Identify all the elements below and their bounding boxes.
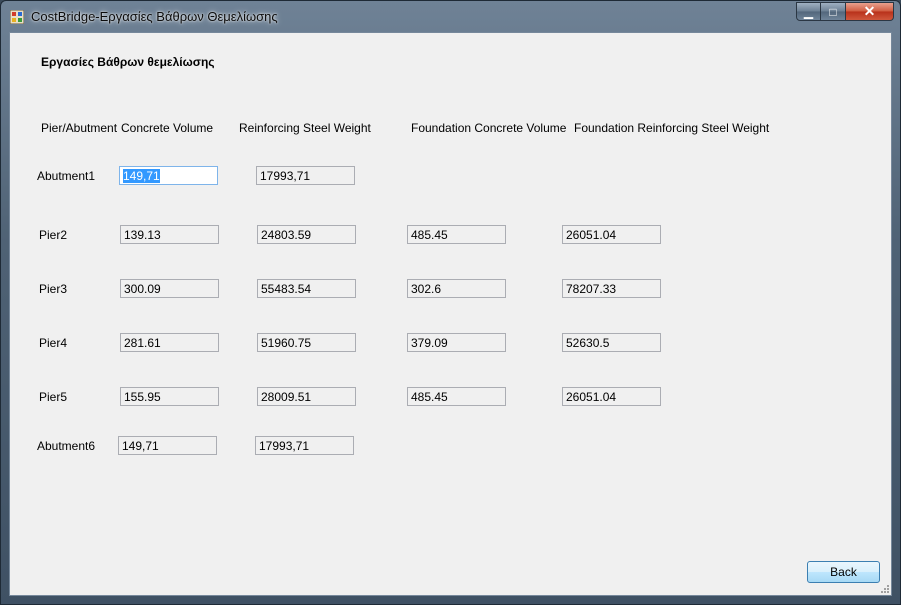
foundation-concrete-field-pier3[interactable]: 302.6 [407,279,506,298]
caption-buttons: ▁ □ ✕ [796,2,894,22]
concrete-volume-field-abutment1[interactable]: 149,71 [119,166,218,185]
concrete-volume-field-abutment6[interactable]: 149,71 [118,436,217,455]
minimize-icon: ▁ [803,4,814,19]
title-bar[interactable]: CostBridge-Εργασίες Βάθρων Θεμελίωσης ▁ … [1,1,900,33]
column-header-steel-weight: Reinforcing Steel Weight [239,121,371,135]
row-label-pier4: Pier4 [39,336,68,350]
steel-weight-field-pier5[interactable]: 28009.51 [257,387,356,406]
foundation-steel-field-pier2[interactable]: 26051.04 [562,225,661,244]
resize-grip-icon[interactable] [879,583,889,593]
form-client-area: Εργασίες Βάθρων θεμελίωσης Pier/Abutment… [9,32,892,596]
app-icon [10,10,24,24]
column-header-foundation-steel: Foundation Reinforcing Steel Weight [574,121,770,135]
minimize-button[interactable]: ▁ [796,2,821,21]
back-button[interactable]: Back [807,561,880,583]
concrete-volume-field-pier4[interactable]: 281.61 [120,333,219,352]
foundation-concrete-field-pier4[interactable]: 379.09 [407,333,506,352]
foundation-steel-field-pier3[interactable]: 78207.33 [562,279,661,298]
row-label-abutment6: Abutment6 [37,439,96,453]
column-header-concrete-volume: Concrete Volume [121,121,214,135]
row-label-abutment1: Abutment1 [37,169,96,183]
app-window: CostBridge-Εργασίες Βάθρων Θεμελίωσης ▁ … [0,0,901,605]
steel-weight-field-abutment6[interactable]: 17993,71 [255,436,354,455]
window-title: CostBridge-Εργασίες Βάθρων Θεμελίωσης [31,9,278,24]
maximize-icon: □ [829,4,837,19]
column-header-foundation-concrete: Foundation Concrete Volume [411,121,567,135]
close-button[interactable]: ✕ [846,2,894,21]
concrete-volume-field-pier3[interactable]: 300.09 [120,279,219,298]
form-heading: Εργασίες Βάθρων θεμελίωσης [41,55,215,69]
row-label-pier5: Pier5 [39,390,68,404]
steel-weight-field-pier3[interactable]: 55483.54 [257,279,356,298]
foundation-concrete-field-pier2[interactable]: 485.45 [407,225,506,244]
column-header-pier: Pier/Abutment [41,121,118,135]
steel-weight-field-pier4[interactable]: 51960.75 [257,333,356,352]
row-label-pier2: Pier2 [39,228,68,242]
maximize-button[interactable]: □ [821,2,846,21]
concrete-volume-field-pier2[interactable]: 139.13 [120,225,219,244]
close-icon: ✕ [863,3,876,19]
steel-weight-field-pier2[interactable]: 24803.59 [257,225,356,244]
foundation-steel-field-pier5[interactable]: 26051.04 [562,387,661,406]
concrete-volume-field-pier5[interactable]: 155.95 [120,387,219,406]
foundation-concrete-field-pier5[interactable]: 485.45 [407,387,506,406]
row-label-pier3: Pier3 [39,282,68,296]
steel-weight-field-abutment1[interactable]: 17993,71 [256,166,355,185]
foundation-steel-field-pier4[interactable]: 52630.5 [562,333,661,352]
